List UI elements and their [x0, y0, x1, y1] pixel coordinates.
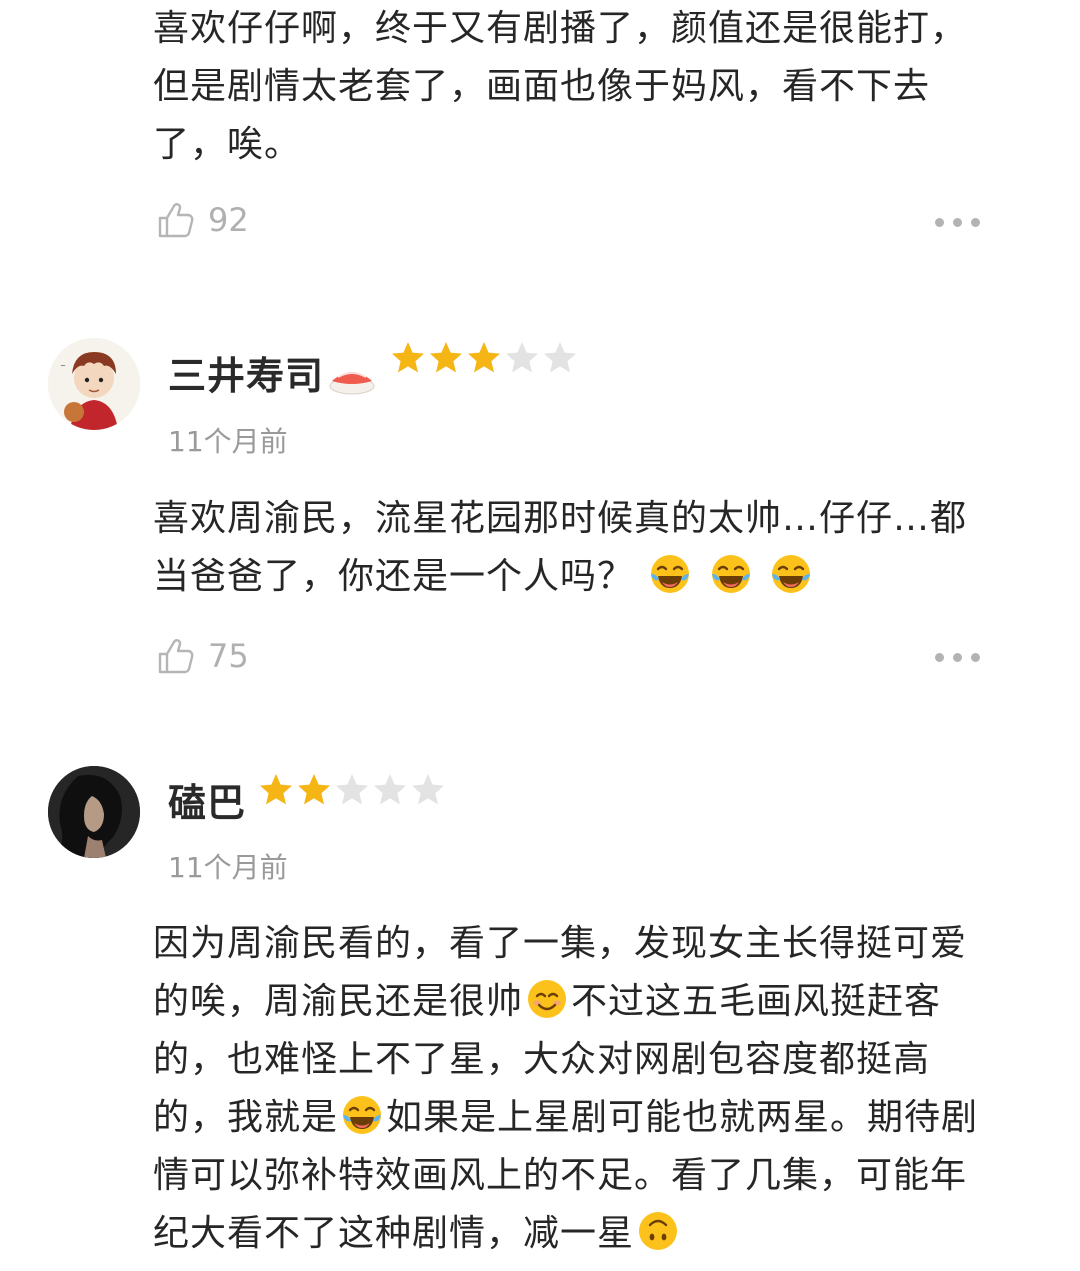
dot — [953, 218, 962, 227]
star-filled-icon — [430, 342, 462, 373]
avatar[interactable]: ~ — [48, 338, 140, 430]
laughing-tears-emoji — [648, 552, 692, 596]
comment-body-line: 的，我就是 如果是上星剧可能也就两星。期待剧 — [153, 1089, 1033, 1147]
star-empty-icon — [506, 342, 538, 373]
comment-body-line: 的唉，周渝民还是很帅 不过这五毛画风挺赶客 — [153, 973, 1033, 1031]
dot — [935, 653, 944, 662]
like-button[interactable]: 92 — [156, 200, 249, 240]
smile-emoji — [525, 977, 569, 1021]
star-rating — [258, 772, 446, 808]
comment-time: 11个月前 — [168, 425, 288, 458]
like-count: 92 — [208, 201, 249, 239]
comment-body-line: 因为周渝民看的，看了一集，发现女主长得挺可爱 — [153, 923, 968, 964]
laughing-tears-emoji — [340, 1093, 384, 1137]
comment-body: 因为周渝民看的，看了一集，发现女主长得挺可爱 的唉，周渝民还是很帅 不过这五毛画风… — [153, 915, 1033, 1263]
star-empty-icon — [374, 774, 406, 805]
comment-body-line: 了，唉。 — [153, 124, 302, 165]
comment-body-line: 的，也难怪上不了星，大众对网剧包容度都挺高 — [153, 1039, 931, 1080]
laughing-tears-emoji — [709, 552, 753, 596]
comment-time: 11个月前 — [168, 851, 288, 884]
thumbs-up-icon — [156, 636, 196, 676]
user-name[interactable]: 磕巴 — [168, 772, 246, 827]
comment-body-line: 情可以弥补特效画风上的不足。看了几集，可能年 — [153, 1155, 968, 1196]
avatar[interactable] — [48, 766, 140, 858]
more-options-button[interactable] — [935, 647, 980, 668]
svg-text:~: ~ — [60, 362, 66, 370]
thumbs-up-icon — [156, 200, 196, 240]
star-filled-icon — [468, 342, 500, 373]
dot — [971, 218, 980, 227]
star-empty-icon — [336, 774, 368, 805]
like-count: 75 — [208, 637, 249, 675]
comment-body: 喜欢周渝民，流星花园那时候真的太帅…仔仔…都 当爸爸了，你还是一个人吗？ — [153, 490, 1033, 606]
laughing-tears-emoji — [769, 552, 813, 596]
star-empty-icon — [412, 774, 444, 805]
dot — [935, 218, 944, 227]
comment-body-line: 喜欢仔仔啊，终于又有剧播了，颜值还是很能打， — [153, 8, 968, 49]
star-filled-icon — [298, 774, 330, 805]
dot — [953, 653, 962, 662]
comment-body-line: 喜欢周渝民，流星花园那时候真的太帅…仔仔…都 — [153, 498, 968, 539]
star-rating — [390, 340, 578, 376]
more-options-button[interactable] — [935, 212, 980, 233]
sushi-icon — [326, 357, 378, 406]
dot — [971, 653, 980, 662]
comment-body-line: 纪大看不了这种剧情，减一星 — [153, 1205, 1033, 1263]
user-name[interactable]: 三井寿司 — [168, 345, 378, 406]
star-filled-icon — [260, 774, 292, 805]
comment-item: 喜欢仔仔啊，终于又有剧播了，颜值还是很能打， 但是剧情太老套了，画面也像于妈风，… — [0, 0, 1080, 290]
star-empty-icon — [544, 342, 576, 373]
comment-body: 喜欢仔仔啊，终于又有剧播了，颜值还是很能打， 但是剧情太老套了，画面也像于妈风，… — [153, 0, 1033, 174]
comment-body-line: 但是剧情太老套了，画面也像于妈风，看不下去 — [153, 66, 931, 107]
star-filled-icon — [392, 342, 424, 373]
like-button[interactable]: 75 — [156, 636, 249, 676]
upside-down-smile-emoji — [636, 1209, 680, 1253]
comment-body-line: 当爸爸了，你还是一个人吗？ — [153, 548, 1033, 606]
